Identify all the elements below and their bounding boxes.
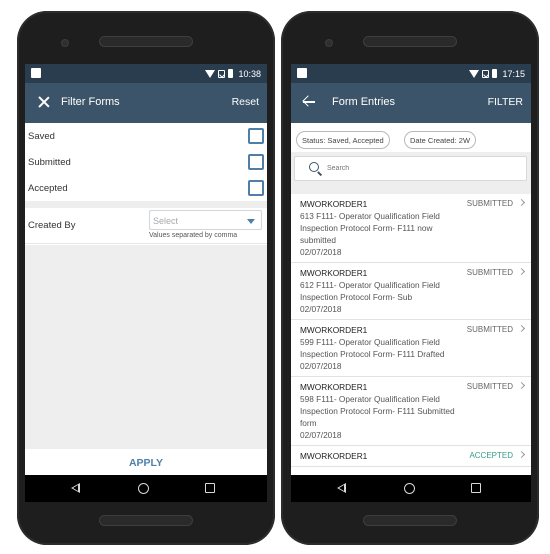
phone-right: 17:15 Form Entries FILTER Status: Saved,… — [281, 11, 539, 545]
created-by-row: Created By Select Values separated by co… — [25, 208, 267, 244]
entry-date: 02/07/2018 — [300, 430, 342, 440]
page-title: Filter Forms — [61, 96, 120, 108]
clock: 17:15 — [502, 68, 525, 79]
apply-button[interactable]: APPLY — [25, 449, 267, 475]
wifi-icon — [205, 69, 216, 78]
divider — [25, 201, 267, 208]
back-arrow-icon[interactable] — [301, 94, 317, 110]
search-bar — [291, 152, 531, 194]
list-item[interactable]: MWORKORDER1 SUBMITTED 598 F111- Operator… — [291, 377, 531, 446]
status-badge: SUBMITTED — [466, 199, 513, 208]
recent-apps-icon[interactable] — [471, 483, 481, 493]
list-item[interactable]: MWORKORDER1 SUBMITTED 613 F111- Operator… — [291, 194, 531, 263]
empty-area — [25, 245, 267, 449]
bottom-speaker — [363, 515, 457, 526]
entry-description: 612 F111- Operator Qualification Field I… — [300, 280, 440, 302]
search-box[interactable] — [294, 156, 527, 181]
clock: 10:38 — [238, 68, 261, 79]
notification-icon — [31, 68, 41, 78]
image-notification-icon — [297, 68, 307, 78]
select-placeholder: Select — [153, 216, 179, 226]
back-icon[interactable] — [337, 483, 346, 493]
entry-date: 02/07/2018 — [300, 247, 342, 257]
entry-description: 599 F111- Operator Qualification Field I… — [300, 337, 445, 359]
saved-checkbox[interactable] — [248, 128, 264, 144]
recent-apps-icon[interactable] — [205, 483, 215, 493]
chevron-down-icon — [247, 219, 255, 224]
battery-icon — [492, 69, 498, 78]
accepted-checkbox[interactable] — [248, 180, 264, 196]
signal-icon — [218, 69, 226, 78]
signal-icon — [482, 69, 490, 78]
status-badge: SUBMITTED — [466, 268, 513, 277]
front-camera — [61, 39, 69, 47]
status-icons: 17:15 — [469, 64, 525, 83]
battery-icon — [228, 69, 234, 78]
status-bar: 17:15 — [291, 64, 531, 83]
search-icon — [309, 162, 319, 172]
front-camera — [325, 39, 333, 47]
phone-left: 10:38 Filter Forms Reset Saved Submitted… — [17, 11, 275, 545]
app-bar: Form Entries FILTER — [291, 83, 531, 123]
filter-saved[interactable]: Saved — [25, 123, 267, 149]
list-item[interactable]: MWORKORDER1 ACCEPTED — [291, 446, 531, 467]
status-badge: ACCEPTED — [469, 451, 513, 460]
home-icon[interactable] — [138, 483, 149, 494]
entry-description: 598 F111- Operator Qualification Field I… — [300, 394, 455, 428]
app-bar: Filter Forms Reset — [25, 83, 267, 123]
system-nav-bar — [291, 475, 531, 502]
entry-date: 02/07/2018 — [300, 361, 342, 371]
back-icon[interactable] — [71, 483, 80, 493]
form-entries-screen: 17:15 Form Entries FILTER Status: Saved,… — [291, 64, 531, 502]
entry-description: 613 F111- Operator Qualification Field I… — [300, 211, 440, 245]
created-by-label: Created By — [28, 220, 76, 231]
earpiece-speaker — [99, 36, 193, 47]
list-item[interactable]: MWORKORDER1 SUBMITTED 612 F111- Operator… — [291, 263, 531, 320]
status-bar: 10:38 — [25, 64, 267, 83]
entry-date: 02/07/2018 — [300, 304, 342, 314]
filter-label: Saved — [28, 131, 55, 142]
status-filter-list: Saved Submitted Accepted Created By Sele… — [25, 123, 267, 244]
bottom-speaker — [99, 515, 193, 526]
filter-label: Accepted — [28, 183, 68, 194]
filter-label: Submitted — [28, 157, 71, 168]
filter-accepted[interactable]: Accepted — [25, 175, 267, 201]
status-badge: SUBMITTED — [466, 382, 513, 391]
list-item[interactable]: MWORKORDER1 SUBMITTED 599 F111- Operator… — [291, 320, 531, 377]
filter-button[interactable]: FILTER — [488, 96, 523, 108]
page-title: Form Entries — [332, 96, 395, 108]
submitted-checkbox[interactable] — [248, 154, 264, 170]
date-chip[interactable]: Date Created: 2W — [404, 131, 477, 149]
status-badge: SUBMITTED — [466, 325, 513, 334]
entry-list: MWORKORDER1 SUBMITTED 613 F111- Operator… — [291, 194, 531, 467]
filter-forms-screen: 10:38 Filter Forms Reset Saved Submitted… — [25, 64, 267, 502]
close-icon[interactable] — [37, 95, 51, 109]
search-input[interactable] — [327, 165, 517, 172]
system-nav-bar — [25, 475, 267, 502]
reset-button[interactable]: Reset — [232, 96, 259, 108]
wifi-icon — [469, 69, 480, 78]
filter-submitted[interactable]: Submitted — [25, 149, 267, 175]
active-filter-chips: Status: Saved, Accepted Date Created: 2W — [291, 123, 531, 152]
status-chip[interactable]: Status: Saved, Accepted — [296, 131, 390, 149]
created-by-select[interactable]: Select — [149, 210, 262, 230]
status-icons: 10:38 — [205, 64, 261, 83]
earpiece-speaker — [363, 36, 457, 47]
home-icon[interactable] — [404, 483, 415, 494]
created-by-hint: Values separated by comma — [149, 232, 238, 239]
